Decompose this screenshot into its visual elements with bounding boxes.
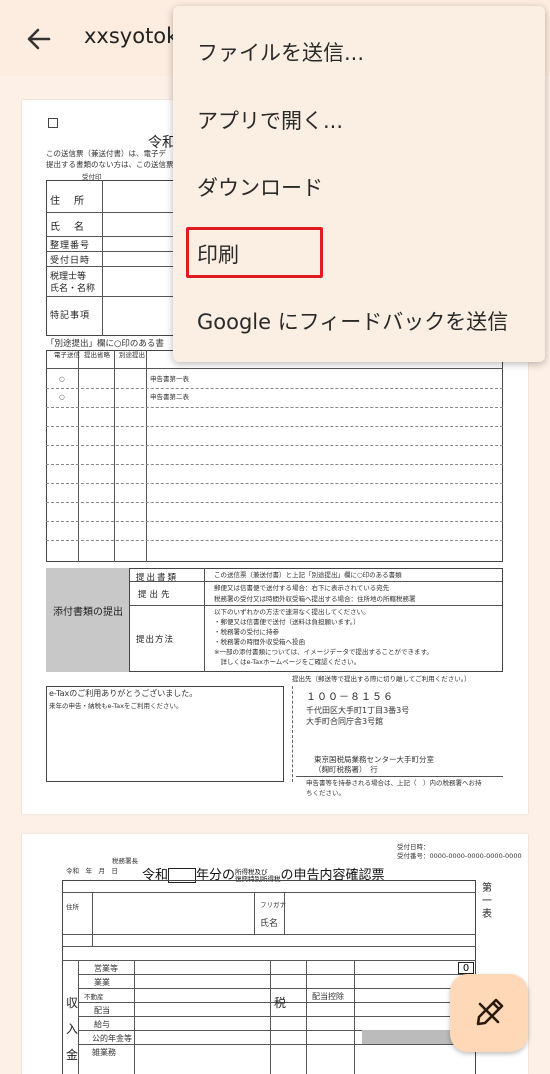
address-line: 大手町合同庁舎3号館	[306, 717, 384, 726]
menu-item-download[interactable]: ダウンロード	[197, 172, 323, 202]
attach-label: 提出方法	[136, 635, 175, 645]
attach-text: ※一部の添付書類については、イメージデータで提出することができます。	[214, 648, 433, 656]
form-label: 給与	[94, 1020, 110, 1029]
col-header: 提出省略	[84, 351, 110, 359]
form-label: 収	[66, 996, 79, 1010]
attach-label: 提出先	[138, 590, 173, 600]
list-mark: ○	[59, 393, 65, 401]
form-label: 税	[274, 996, 287, 1010]
postal-code: １００－８１５６	[306, 692, 394, 703]
row-label: 氏名・名称	[50, 284, 96, 294]
separate-note: 「別途提出」欄に○印のある書	[46, 339, 164, 349]
attach-text: 税務署の受付又は時間外収受箱へ提出する場合：住所地の所轄税務署	[214, 595, 416, 603]
form-label: 営業等	[94, 964, 118, 973]
row-label: 住 所	[50, 196, 86, 207]
form-label: 配当控除	[312, 992, 344, 1001]
attach-label: 提出書類	[136, 573, 179, 583]
etax-message: e-Taxのご利用ありがとうございました。	[49, 689, 198, 698]
menu-item-send-file[interactable]: ファイルを送信...	[197, 37, 364, 67]
form-label: 雑業務	[92, 1048, 116, 1057]
menu-item-send-feedback[interactable]: Google にフィードバックを送信	[197, 306, 508, 336]
form-label: 不動産	[84, 993, 104, 1001]
row-label: 特記事項	[50, 311, 91, 321]
etax-message-box	[46, 686, 284, 782]
notice-line: この送信票（兼送付書）は、電子デ	[46, 149, 166, 158]
address-line: 東京国税局業務センター大手町分室	[314, 755, 434, 764]
row-label: 受付日時	[50, 256, 91, 266]
checkbox	[48, 118, 58, 128]
list-mark: ○	[59, 375, 65, 383]
edit-pen-icon	[476, 998, 504, 1026]
receipt-date: 受付日時：	[397, 843, 430, 851]
menu-item-open-with[interactable]: アプリで開く...	[197, 105, 343, 135]
attach-text: ・郵便又は信書便で送付（送料は負担願います。）	[214, 618, 360, 626]
attach-text: 郵便又は信書便で送付する場合：右下に表示されている宛先	[214, 584, 390, 592]
attach-text: この送信票（兼送付書）と上記「別途提出」欄に○印のある書類	[214, 571, 402, 579]
attach-text: ・税務署の受付に持参	[214, 628, 279, 636]
form-label: 公的年金等	[92, 1034, 132, 1043]
form-label: 住所	[66, 903, 79, 911]
form-label: フリガナ	[260, 901, 286, 909]
address-line: （麹町税務署） 行	[314, 765, 378, 774]
edit-fab-button[interactable]	[450, 974, 528, 1052]
form-label: 氏名	[260, 919, 279, 929]
form-label: 業業	[94, 978, 110, 987]
attach-text: 詳しくはe-Taxホームページをご確認ください。	[214, 658, 361, 666]
row-label: 氏 名	[50, 222, 86, 233]
list-item: 申告書第二表	[150, 393, 189, 401]
attach-text: ・税務署の時間外収受箱へ投函	[214, 638, 305, 646]
tax-office: 税務署長	[112, 857, 138, 865]
foot-note: 申告書等を持参される場合は、上記（ ）内の税務署へお持	[306, 779, 482, 787]
form-label: 配当	[94, 1006, 110, 1015]
address-line: 千代田区大手町1丁目3番3号	[306, 706, 410, 715]
notice-line: 提出する書類のない方は、この送信票	[46, 160, 174, 169]
attach-text: 以下のいずれかの方法で速滞なく提出してください。	[214, 608, 370, 616]
list-item: 申告書第一表	[150, 375, 189, 383]
etax-message: 来年の申告・納税もe-Taxをご利用ください。	[49, 702, 183, 710]
attachment-title: 添付書類の提出	[53, 607, 123, 618]
form-label: 入	[66, 1022, 79, 1036]
year-line: 令和 年 月 日	[66, 867, 118, 875]
side-label: 第一表	[482, 883, 492, 920]
form-label: 金	[66, 1048, 79, 1062]
foot-note: ちください。	[306, 789, 345, 797]
number-box: 0	[458, 962, 474, 974]
cut-note: 提出先（郵送等で提出する際に切り離してご利用ください。）	[292, 675, 471, 683]
overflow-menu: ファイルを送信... アプリで開く... ダウンロード 印刷 Google にフ…	[173, 6, 545, 362]
back-button[interactable]	[22, 22, 56, 56]
print-highlight-box	[186, 227, 323, 278]
col-header: 電子送信	[54, 351, 80, 359]
arrow-left-icon	[27, 28, 51, 50]
row-label: 整理番号	[50, 241, 91, 251]
receipt-number: 受付番号：0000-0000-0000-0000-0000	[397, 852, 522, 860]
col-header: 別途提出	[119, 351, 145, 359]
